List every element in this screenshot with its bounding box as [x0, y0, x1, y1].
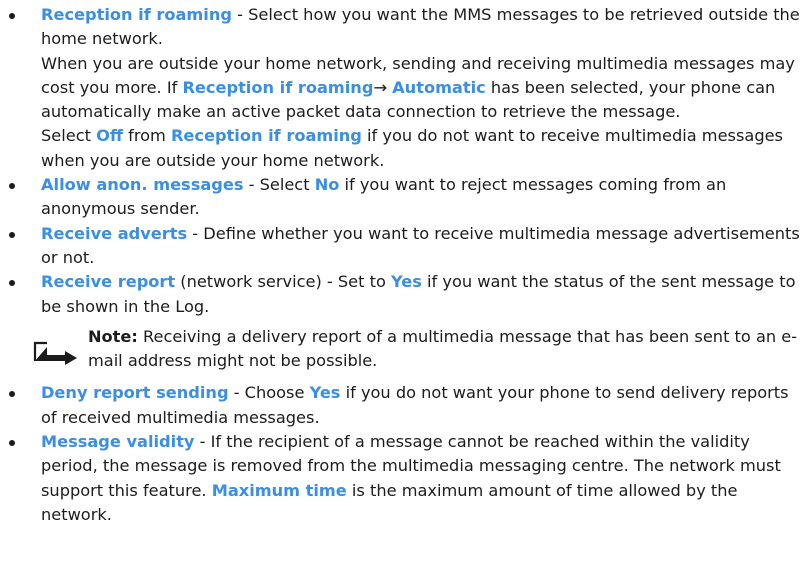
item-text: from	[122, 126, 171, 146]
paragraph: Select Off from Reception if roaming if …	[41, 124, 800, 173]
term-deny-report-sending: Deny report sending	[41, 383, 229, 403]
bullet	[9, 280, 15, 287]
term-reception-if-roaming: Reception if roaming	[170, 126, 362, 146]
document-page: Reception if roaming - Select how you wa…	[0, 0, 800, 527]
term-receive-adverts: Receive adverts	[41, 223, 188, 243]
paragraph: Message validity - If the recipient of a…	[41, 430, 800, 527]
term-maximum-time: Maximum time	[211, 480, 347, 500]
item-text: (network service) - Set to	[175, 272, 392, 292]
paragraph: Receive report (network service) - Set t…	[41, 270, 800, 319]
paragraph: Deny report sending - Choose Yes if you …	[41, 381, 800, 430]
note-label: Note:	[88, 326, 138, 346]
term-reception-if-roaming: Reception if roaming	[41, 5, 232, 24]
bullet	[9, 183, 15, 190]
term-off: Off	[96, 126, 123, 146]
note-body: Receiving a delivery report of a multime…	[88, 326, 798, 371]
item-text: - Choose	[228, 383, 310, 403]
list-item-message-validity: Message validity - If the recipient of a…	[0, 430, 800, 527]
arrow-glyph: →	[373, 77, 393, 97]
list-item-allow-anon-messages: Allow anon. messages - Select No if you …	[0, 173, 800, 222]
list-item-receive-report: Receive report (network service) - Set t…	[0, 270, 800, 319]
term-reception-if-roaming: Reception if roaming	[182, 77, 374, 97]
list-item-receive-adverts: Receive adverts - Define whether you wan…	[0, 222, 800, 271]
term-message-validity: Message validity	[41, 432, 195, 452]
item-text: Select	[41, 126, 97, 146]
note-text: Note: Receiving a delivery report of a m…	[88, 327, 797, 370]
paragraph: Allow anon. messages - Select No if you …	[41, 173, 800, 222]
paragraph: Receive adverts - Define whether you wan…	[41, 222, 800, 271]
item-text: - Select	[243, 175, 315, 195]
term-yes: Yes	[309, 383, 341, 403]
paragraph: Reception if roaming - Select how you wa…	[41, 3, 800, 52]
term-allow-anon-messages: Allow anon. messages	[41, 175, 244, 195]
bullet	[9, 231, 15, 238]
term-no: No	[314, 175, 340, 195]
note-box: Note: Receiving a delivery report of a m…	[0, 325, 800, 374]
bullet	[9, 440, 15, 447]
paragraph: When you are outside your home network, …	[41, 52, 800, 125]
bullet	[9, 391, 15, 398]
list-item-deny-report-sending: Deny report sending - Choose Yes if you …	[0, 381, 800, 430]
bullet	[9, 13, 15, 19]
term-automatic: Automatic	[392, 77, 486, 97]
term-receive-report: Receive report	[41, 272, 176, 292]
list-item-reception-if-roaming: Reception if roaming - Select how you wa…	[0, 3, 800, 173]
term-yes: Yes	[391, 272, 422, 292]
note-hand-pointer-icon	[33, 341, 77, 365]
